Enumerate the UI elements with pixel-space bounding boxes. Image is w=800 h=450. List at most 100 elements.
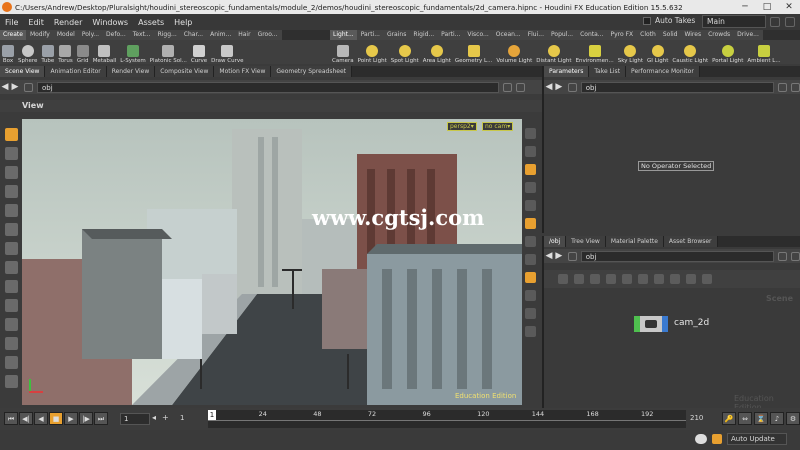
left-path-field[interactable]: obj	[37, 81, 499, 93]
render-icon[interactable]	[525, 326, 536, 337]
params-back-icon[interactable]: ◀	[544, 82, 554, 92]
shelf-tab-cloth[interactable]: Cloth	[637, 30, 660, 40]
magnet-tool-icon[interactable]	[5, 299, 18, 312]
shading-icon[interactable]	[525, 164, 536, 175]
handle-tool-icon[interactable]	[5, 204, 18, 217]
frame-step-down[interactable]: ◂	[152, 413, 156, 422]
shelf-tab-drive[interactable]: Drive...	[734, 30, 763, 40]
color-icon[interactable]	[638, 274, 648, 284]
shelf-tool-portal-light[interactable]: Portal Light	[710, 40, 745, 64]
menu-edit[interactable]: Edit	[23, 18, 49, 27]
net-network-icon[interactable]	[567, 251, 577, 261]
link-icon[interactable]	[516, 82, 525, 92]
node-render-flag[interactable]	[662, 316, 668, 332]
audio-icon[interactable]: ♪	[770, 412, 784, 425]
shelf-tool-metaball[interactable]: Metaball	[91, 40, 119, 64]
shelf-tool-sky-light[interactable]: Sky Light	[616, 40, 645, 64]
shelf-tab-parti[interactable]: Parti...	[357, 30, 384, 40]
shelf-tool-camera[interactable]: Camera	[330, 40, 356, 64]
tab-scene-view[interactable]: Scene View	[0, 66, 46, 77]
stop-button[interactable]: ■	[49, 412, 63, 425]
tab-parameters[interactable]: Parameters	[544, 66, 590, 77]
shelf-tool-draw-curve[interactable]: Draw Curve	[209, 40, 245, 64]
global-anim-icon[interactable]: ⚙	[786, 412, 800, 425]
settings-icon[interactable]	[770, 17, 780, 27]
net-path-field[interactable]: obj	[580, 250, 775, 262]
params-network-icon[interactable]	[567, 82, 577, 92]
layout-icon[interactable]	[558, 274, 568, 284]
pose-tool-icon[interactable]	[5, 223, 18, 236]
tab-animation-editor[interactable]: Animation Editor	[45, 66, 107, 77]
params-help-icon[interactable]	[791, 82, 800, 92]
forward-arrow-icon[interactable]: ▶	[10, 82, 20, 92]
shelf-tool-ambient-l[interactable]: Ambient L...	[745, 40, 782, 64]
shelf-tab-text[interactable]: Text...	[129, 30, 155, 40]
multi-snap-icon[interactable]	[5, 375, 18, 388]
tab-asset-browser[interactable]: Asset Browser	[663, 236, 718, 247]
auto-takes-toggle[interactable]: Auto Takes	[643, 16, 695, 25]
point-snap-icon[interactable]	[5, 356, 18, 369]
shelf-tool-curve[interactable]: Curve	[189, 40, 209, 64]
tree-icon[interactable]	[606, 274, 616, 284]
shelf-tab-rigg[interactable]: Rigg...	[154, 30, 181, 40]
grid-icon[interactable]	[525, 272, 536, 283]
shelf-tab-solid[interactable]: Solid	[659, 30, 682, 40]
rotate-tool-icon[interactable]	[5, 166, 18, 179]
shelf-tool-point-light[interactable]: Point Light	[356, 40, 389, 64]
node-body[interactable]	[640, 316, 662, 332]
tab-composite-view[interactable]: Composite View	[155, 66, 215, 77]
params-pin-icon[interactable]	[778, 82, 788, 92]
shelf-tab-hair[interactable]: Hair	[235, 30, 255, 40]
ghost-icon[interactable]	[525, 200, 536, 211]
shelf-tab-poly[interactable]: Poly...	[78, 30, 104, 40]
play-forward-button[interactable]: ▶	[64, 412, 78, 425]
net-help-icon[interactable]	[791, 251, 800, 261]
view-tool-icon[interactable]	[5, 242, 18, 255]
tab-performance-monitor[interactable]: Performance Monitor	[626, 66, 700, 77]
menu-help[interactable]: Help	[169, 18, 197, 27]
key-icon[interactable]: 🔑	[722, 412, 736, 425]
zoom-icon[interactable]	[702, 274, 712, 284]
update-mode-icon[interactable]	[712, 434, 722, 444]
tab-take-list[interactable]: Take List	[589, 66, 627, 77]
shelf-tab-groo[interactable]: Groo...	[254, 30, 282, 40]
realtime-icon[interactable]: ⌛	[754, 412, 768, 425]
points-icon[interactable]	[525, 218, 536, 229]
shelf-tab-flui[interactable]: Flui...	[524, 30, 548, 40]
chat-icon[interactable]	[695, 434, 707, 444]
tab-obj[interactable]: /obj	[544, 236, 567, 247]
camera-tool-icon[interactable]	[5, 261, 18, 274]
shelf-tool-geometry-l[interactable]: Geometry L...	[453, 40, 494, 64]
tab-tree-view[interactable]: Tree View	[566, 236, 606, 247]
shelf-tab-ocean[interactable]: Ocean...	[492, 30, 525, 40]
shelf-tab-grains[interactable]: Grains	[383, 30, 411, 40]
tab-render-view[interactable]: Render View	[106, 66, 156, 77]
tab-motion-fx-view[interactable]: Motion FX View	[214, 66, 272, 77]
camera-menu[interactable]: persp2▾	[447, 122, 477, 131]
normals-icon[interactable]	[525, 236, 536, 247]
jump-start-button[interactable]: ⏮	[4, 412, 18, 425]
menu-assets[interactable]: Assets	[133, 18, 169, 27]
wire-icon[interactable]	[622, 274, 632, 284]
step-back-button[interactable]: ◀|	[19, 412, 33, 425]
tab-geometry-spreadsheet[interactable]: Geometry Spreadsheet	[271, 66, 352, 77]
back-arrow-icon[interactable]: ◀	[0, 82, 10, 92]
shelf-tool-platonic-sol[interactable]: Platonic Sol...	[148, 40, 189, 64]
shelf-tool-gi-light[interactable]: GI Light	[645, 40, 670, 64]
shelf-tool-torus[interactable]: Torus	[56, 40, 74, 64]
shelf-tab-crowds[interactable]: Crowds	[705, 30, 735, 40]
list-view-icon[interactable]	[590, 274, 600, 284]
current-frame-field[interactable]: 1	[120, 413, 150, 425]
play-reverse-button[interactable]: ◀	[34, 412, 48, 425]
network-icon[interactable]	[24, 82, 33, 92]
shelf-tool-sphere[interactable]: Sphere	[16, 40, 39, 64]
menu-file[interactable]: File	[0, 18, 23, 27]
bg-image-icon[interactable]	[525, 254, 536, 265]
shape-icon[interactable]	[654, 274, 664, 284]
shelf-tool-area-light[interactable]: Area Light	[421, 40, 453, 64]
cam-2d-node[interactable]: cam_2d	[634, 316, 709, 332]
range-icon[interactable]: ⇔	[738, 412, 752, 425]
tab-material-palette[interactable]: Material Palette	[605, 236, 664, 247]
auto-takes-checkbox[interactable]	[643, 16, 651, 25]
shelf-tab-modify[interactable]: Modify	[26, 30, 54, 40]
